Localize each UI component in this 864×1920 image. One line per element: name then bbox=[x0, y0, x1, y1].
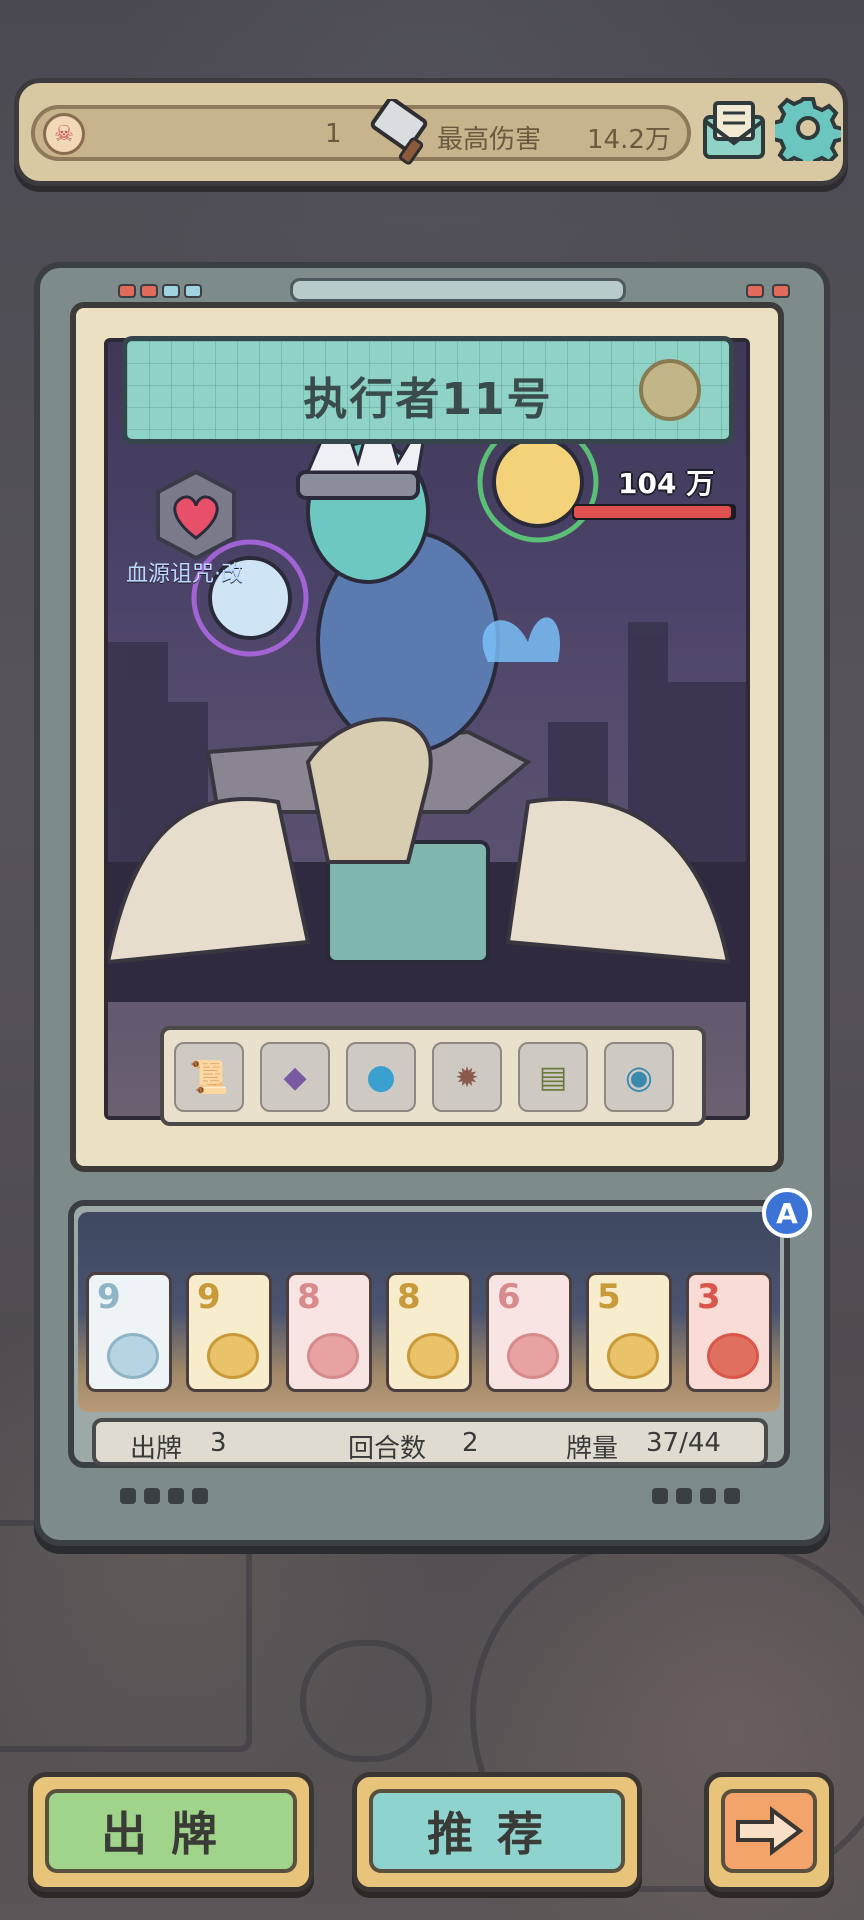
hand-card[interactable]: 8 bbox=[386, 1272, 472, 1392]
angel-face-icon bbox=[407, 1333, 459, 1379]
recommend-button[interactable]: 推荐 bbox=[352, 1772, 642, 1892]
hand-card[interactable]: 6 bbox=[486, 1272, 572, 1392]
boss-scene[interactable] bbox=[104, 338, 750, 1120]
level-number: 1 bbox=[325, 119, 342, 149]
boss-hp-fill bbox=[574, 506, 731, 518]
indicator-light bbox=[184, 284, 202, 298]
hand-card[interactable]: 8 bbox=[286, 1272, 372, 1392]
rounds-label: 回合数 bbox=[348, 1434, 427, 1464]
hand-card[interactable]: 5 bbox=[586, 1272, 672, 1392]
boss-hp-bar bbox=[572, 504, 736, 520]
blue-orb-icon[interactable]: ● bbox=[346, 1042, 416, 1112]
indicator-light bbox=[140, 284, 158, 298]
card-info-icon[interactable] bbox=[639, 359, 701, 421]
card-value: 8 bbox=[397, 1277, 421, 1317]
angel-face-icon bbox=[607, 1333, 659, 1379]
played-label: 出牌 bbox=[130, 1434, 183, 1464]
card-value: 3 bbox=[697, 1277, 721, 1317]
boss-artwork bbox=[108, 386, 746, 1002]
card-value: 6 bbox=[497, 1277, 521, 1317]
recommend-label: 推荐 bbox=[369, 1789, 625, 1873]
indicator-light bbox=[162, 284, 180, 298]
background-pipe bbox=[0, 1520, 252, 1752]
cleaver-icon bbox=[370, 99, 428, 165]
played-value: 3 bbox=[210, 1428, 227, 1458]
panel-slot bbox=[290, 278, 626, 302]
buff-label: 血源诅咒·改 bbox=[126, 562, 243, 587]
pig-face-icon bbox=[307, 1333, 359, 1379]
indicator-light bbox=[746, 284, 764, 298]
boss-name-bar: 执行者11号 bbox=[122, 336, 734, 444]
card-value: 8 bbox=[297, 1277, 321, 1317]
hand-card[interactable]: 3 bbox=[686, 1272, 772, 1392]
bomb-scroll-icon[interactable]: ✹ bbox=[432, 1042, 502, 1112]
cash-icon[interactable]: ▤ bbox=[518, 1042, 588, 1112]
bolt bbox=[700, 1488, 716, 1504]
max-damage-label: 最高伤害 bbox=[437, 125, 542, 155]
hand-card[interactable]: 9 bbox=[86, 1272, 172, 1392]
deck-label: 牌量 bbox=[566, 1434, 619, 1464]
pig-face-icon bbox=[507, 1333, 559, 1379]
bolt bbox=[144, 1488, 160, 1504]
play-card-button[interactable]: 出牌 bbox=[28, 1772, 314, 1892]
indicator-light bbox=[118, 284, 136, 298]
damage-bar: ☠ 1 最高伤害 14.2万 bbox=[31, 99, 691, 165]
crystal-icon[interactable]: ◆ bbox=[260, 1042, 330, 1112]
arrow-right-icon bbox=[721, 1789, 817, 1873]
hand-card[interactable]: 9 bbox=[186, 1272, 272, 1392]
card-value: 9 bbox=[97, 1277, 121, 1317]
gear-icon[interactable] bbox=[775, 95, 841, 161]
bolt bbox=[120, 1488, 136, 1504]
boss-hp-value: 104 万 bbox=[618, 467, 715, 500]
ghost-face-icon bbox=[107, 1333, 159, 1379]
deck-value: 37/44 bbox=[646, 1428, 721, 1458]
bolt bbox=[168, 1488, 184, 1504]
bolt bbox=[724, 1488, 740, 1504]
skull-icon[interactable]: ☠ bbox=[43, 113, 85, 155]
rounds-value: 2 bbox=[462, 1428, 479, 1458]
bolt bbox=[192, 1488, 208, 1504]
heart-icon[interactable] bbox=[152, 468, 240, 562]
mail-icon[interactable] bbox=[701, 99, 767, 161]
relic-bar: 📜 ◆ ● ✹ ▤ ◉ bbox=[160, 1026, 706, 1126]
eye-orb-icon[interactable]: ◉ bbox=[604, 1042, 674, 1112]
play-card-label: 出牌 bbox=[45, 1789, 297, 1873]
devil-face-icon bbox=[707, 1333, 759, 1379]
max-damage-value: 14.2万 bbox=[587, 125, 671, 155]
card-value: 9 bbox=[197, 1277, 221, 1317]
card-value: 5 bbox=[597, 1277, 621, 1317]
indicator-light bbox=[772, 284, 790, 298]
next-button[interactable] bbox=[704, 1772, 834, 1892]
scroll-icon[interactable]: 📜 bbox=[174, 1042, 244, 1112]
top-bar: ☠ 1 最高伤害 14.2万 bbox=[14, 78, 848, 186]
bolt bbox=[652, 1488, 668, 1504]
background-cup bbox=[300, 1640, 432, 1762]
auto-play-button[interactable]: A bbox=[762, 1188, 812, 1238]
hand-stats: 出牌 3 回合数 2 牌量 37/44 bbox=[92, 1418, 768, 1466]
bolt bbox=[676, 1488, 692, 1504]
angel-face-icon bbox=[207, 1333, 259, 1379]
